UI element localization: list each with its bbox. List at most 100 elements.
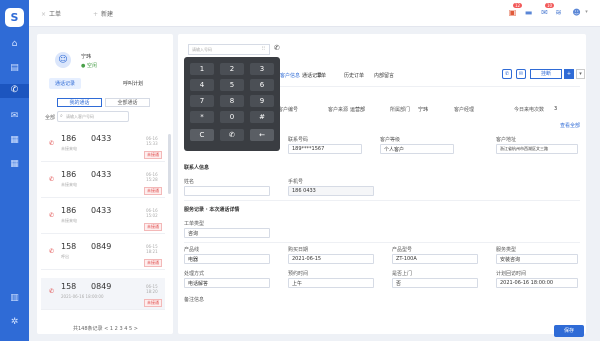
key-6[interactable]: 6 [250,79,274,91]
product-line-select[interactable]: 电器 [184,254,270,264]
field-label: 手机号 [288,179,304,185]
product-model-field[interactable]: ZT-100A [392,254,478,264]
keypad-icon[interactable]: ⁝⁝ [262,46,265,52]
key-5[interactable]: 5 [220,79,244,91]
hangup-button[interactable]: 挂断 [530,69,562,79]
clear-key[interactable]: C [190,129,214,141]
tab-workorder[interactable]: × 工单 [41,9,61,18]
address-field[interactable]: 浙江省杭州市西湖区文三路 [496,144,578,154]
chat-icon[interactable]: ▬ [523,7,534,18]
message-icon[interactable]: ✉ [8,110,21,123]
user-name: 宁玮 [81,54,92,60]
key-hash[interactable]: # [250,111,274,123]
key-0[interactable]: 0 [220,111,244,123]
field-label: 产品型号 [392,247,413,253]
divider [184,242,580,243]
close-icon[interactable]: × [41,11,46,18]
message-button[interactable]: ✉ [516,69,526,79]
service-type-select[interactable]: 安装咨询 [496,254,578,264]
name-field[interactable] [184,186,270,196]
calendar-icon[interactable]: ▦ [8,134,21,147]
avatar: ☺ [55,52,71,68]
tab-customer-info[interactable]: 客户信息 [280,72,300,79]
field-label: 联系号码 [288,137,309,143]
bell-icon[interactable]: ✉ [539,7,550,18]
call-row[interactable]: ✆ 186 0433 未接来电 06-16 15:02 未接通 [41,202,165,234]
key-2[interactable]: 2 [220,63,244,75]
field-label: 客户经理 [454,107,475,113]
tab-new[interactable]: + 新建 [93,9,113,18]
call-row[interactable]: ✆ 158 0849 呼出 06-15 18:21 未接通 [41,238,165,270]
call-button[interactable]: ✆ [502,69,512,79]
call-row[interactable]: ✆ 158 0849 2021-06-16 18:00:00 06-15 18:20… [41,278,165,310]
dial-input[interactable]: 请输入号码 ⁝⁝ [188,44,270,55]
handling-select[interactable]: 电话解答 [184,278,270,288]
tab-call-plan[interactable]: 呼叫计划 [117,78,149,89]
call-panel: ☺ 宁玮 ● 空闲 通话记录 呼叫计划 我的通话 全部通话 全部 ⌕ 请输入客户号… [37,34,173,334]
add-icon[interactable]: + [93,11,98,18]
add-button[interactable]: + [564,69,574,79]
field-value: 运营部 [350,107,366,113]
document-icon[interactable]: ▦ [8,158,21,171]
backspace-key[interactable]: ← [250,129,274,141]
search-input[interactable]: ⌕ 请输入客户号码 [57,111,129,122]
more-dropdown[interactable]: ▾ [576,69,585,79]
key-star[interactable]: * [190,111,214,123]
tab-workorder[interactable]: 工单 [316,72,326,79]
purchase-date-field[interactable]: 2021-06-15 [288,254,374,264]
save-button[interactable]: 保存 [554,325,584,337]
key-8[interactable]: 8 [220,95,244,107]
key-9[interactable]: 9 [250,95,274,107]
call-row[interactable]: ✆ 186 0433 未接来电 06-16 15:28 未接通 [41,166,165,198]
phone-icon[interactable]: ✆ [0,84,29,98]
tab-order-history[interactable]: 历史订单 [344,72,364,79]
view-all-link[interactable]: 查看全部 [560,122,580,129]
key-1[interactable]: 1 [190,63,214,75]
key-7[interactable]: 7 [190,95,214,107]
chevron-down-icon[interactable]: ▾ [581,7,592,18]
key-3[interactable]: 3 [250,63,274,75]
callback-time-field[interactable]: 2021-06-16 18:00:00 [496,278,578,288]
status-badge: 未接通 [144,187,162,195]
call-key[interactable]: ✆ [220,129,244,141]
field-label: 购买日期 [288,247,309,253]
file-icon[interactable]: ▤ [8,62,21,75]
wifi-icon[interactable]: ≋ [553,7,564,18]
field-label: 客户等级 [380,137,401,143]
dial-keypad: 1 2 3 4 5 6 7 8 9 * 0 # C ✆ ← [184,57,280,151]
tab-internal-message[interactable]: 内部留言 [374,72,394,79]
appointment-select[interactable]: 上午 [288,278,374,288]
pagination[interactable]: 共148条记录 < 1 2 3 4 5 > [73,325,138,332]
key-4[interactable]: 4 [190,79,214,91]
field-label: 客户来源 [328,107,349,113]
scrollbar[interactable] [168,134,171,194]
field-label: 客户编号 [278,107,299,113]
section-title: 联系人信息 [184,165,210,171]
phone-field[interactable]: 189****1567 [288,144,362,154]
search-icon: ⌕ [60,113,63,119]
subtab-my-calls[interactable]: 我的通话 [57,98,102,107]
field-label: 今日来电次数 [514,107,545,113]
filter-dropdown[interactable]: 全部 [45,114,55,121]
missed-call-icon: ✆ [49,140,55,147]
gear-icon[interactable]: ✲ [8,316,21,329]
tab-call-records[interactable]: 通话记录 [49,78,82,89]
app-logo: S [5,8,24,27]
onsite-select[interactable]: 否 [392,278,478,288]
customer-level-select[interactable]: 个人客户 [380,144,454,154]
chart-icon[interactable]: ▥ [8,292,21,305]
missed-call-icon: ✆ [49,212,55,219]
call-date: 06-16 15:02 [146,208,158,218]
user-status[interactable]: ● 空闲 [81,62,97,69]
gift-icon[interactable]: ▣ [507,7,518,18]
status-badge: 未接通 [144,223,162,231]
field-value: 3 [554,106,558,112]
dial-phone-icon[interactable]: ✆ [274,44,280,52]
home-icon[interactable]: ⌂ [8,38,21,51]
call-row[interactable]: ✆ 186 0433 未接来电 06-16 15:33 未接通 [41,130,165,162]
workorder-type-select[interactable]: 咨询 [184,228,270,238]
subtab-all-calls[interactable]: 全部通话 [105,98,150,107]
field-label: 客户地址 [496,137,517,143]
call-date: 06-15 18:20 [146,284,158,294]
call-date: 06-16 15:33 [146,136,158,146]
